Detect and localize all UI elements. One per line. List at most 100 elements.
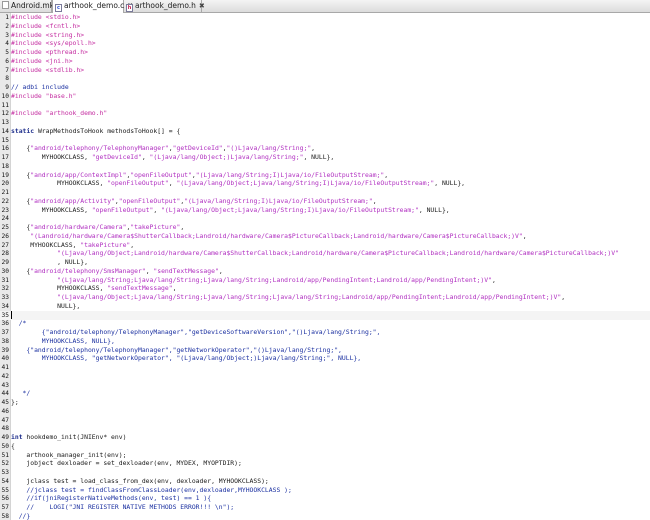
code-line[interactable]: 2 #include <fcntl.h> (0, 22, 650, 31)
line-number: 5 (5, 49, 9, 56)
code-line[interactable]: 52 jobject dexloader = set_dexloader(env… (0, 459, 650, 468)
code-token: "(Landroid/hardware/Camera$ShutterCallba… (30, 231, 523, 240)
code-line[interactable]: 39 {"android/telephony/TelephonyManager"… (0, 346, 650, 355)
code-token: , (218, 266, 223, 275)
code-line[interactable]: 34 NULL}, (0, 302, 650, 311)
code-line[interactable]: 10 #include "base.h" (0, 92, 650, 101)
code-line[interactable]: 51 arthook_manager_init(env); (0, 451, 650, 460)
code-line[interactable]: 54 jclass test = load_class_from_dex(env… (0, 477, 650, 486)
code-line[interactable]: 5 #include <pthread.h> (0, 48, 650, 57)
code-text: // LOGI("JNI REGISTER NATIVE METHODS ERR… (11, 503, 234, 512)
code-token: // adbi include (11, 83, 69, 91)
code-line[interactable]: 44 */ (0, 389, 650, 398)
line-number: 41 (1, 364, 9, 371)
code-line[interactable]: 57 // LOGI("JNI REGISTER NATIVE METHODS … (0, 503, 650, 512)
code-line[interactable]: 31 "(Ljava/lang/String;Ljava/lang/String… (0, 276, 650, 285)
code-line[interactable]: 4 #include <sys/epoll.h> (0, 39, 650, 48)
code-token: MYHOOKCLASS, (11, 284, 108, 293)
code-line[interactable]: 9// adbi include (0, 83, 650, 92)
code-line[interactable]: 45}; (0, 398, 650, 407)
code-token: static (11, 126, 35, 135)
code-line[interactable]: 11 (0, 101, 650, 110)
code-line[interactable]: 23 MYHOOKCLASS, "openFileOutput", "(Ljav… (0, 206, 650, 215)
code-line[interactable]: 26 "(Landroid/hardware/Camera$ShutterCal… (0, 232, 650, 241)
code-line[interactable]: 47 (0, 416, 650, 425)
code-text: NULL}, (11, 302, 80, 311)
code-token: "(Ljava/lang/Object;Ljava/lang/String;I)… (161, 205, 419, 214)
code-token: #include "arthook_demo.h" (11, 109, 108, 118)
code-line[interactable]: 37 {"android/telephony/TelephonyManager"… (0, 328, 650, 337)
code-line[interactable]: 53 (0, 468, 650, 477)
code-text: //jclass test = findClassFromClassLoader… (11, 486, 292, 495)
code-line[interactable]: 18 (0, 162, 650, 171)
code-line[interactable]: 49 int hookdemo_init(JNIEnv* env) (0, 433, 650, 442)
code-token: //if(jniRegisterNativeMethods(env, test)… (11, 494, 212, 503)
code-line[interactable]: 3 #include <string.h> (0, 31, 650, 40)
code-line[interactable]: 58 //} (0, 512, 650, 520)
code-line[interactable]: 20 MYHOOKCLASS, "openFileOutput", "(Ljav… (0, 179, 650, 188)
code-text: //if(jniRegisterNativeMethods(env, test)… (11, 494, 211, 503)
code-line[interactable]: 41 (0, 363, 650, 372)
tab-android-mk[interactable]: Android.mk✖ (0, 0, 63, 13)
code-token: "(Ljava/lang/Object;Ljava/lang/String;Lj… (57, 293, 562, 301)
code-line[interactable]: 7 #include <stdlib.h> (0, 66, 650, 75)
code-line[interactable]: 24 (0, 214, 650, 223)
code-line[interactable]: 17 MYHOOKCLASS, "getDeviceId", "(Ljava/l… (0, 153, 650, 162)
code-token: "android/telephony/TelephonyManager" (30, 144, 169, 153)
code-text: {"android/telephony/SmsManager", "sendTe… (11, 266, 223, 276)
code-line[interactable]: 16 {"android/telephony/TelephonyManager"… (0, 144, 650, 153)
close-tab-icon[interactable]: ✖ (199, 0, 205, 12)
code-line[interactable]: 36 /* (0, 319, 650, 328)
code-line[interactable]: 29 , NULL}, (0, 258, 650, 267)
code-editor[interactable]: 1 #include <stdio.h> 2 #include <fcntl.h> 3 #… (0, 13, 650, 520)
code-token: "takePicture" (130, 223, 181, 231)
code-token: , (491, 275, 496, 284)
code-line[interactable]: 42 (0, 372, 650, 381)
code-line[interactable]: 27 MYHOOKCLASS, "takePicture", (0, 241, 650, 250)
code-line[interactable]: 46 (0, 407, 650, 416)
code-line[interactable]: 56 //if(jniRegisterNativeMethods(env, te… (0, 494, 650, 503)
code-line[interactable]: 33 "(Ljava/lang/Object;Ljava/lang/String… (0, 293, 650, 302)
code-line[interactable]: 43 (0, 381, 650, 390)
code-line[interactable]: 8 (0, 74, 650, 83)
code-token: "getDeviceId" (172, 144, 223, 153)
code-line[interactable]: 19 {"android/app/ContextImpl", "openFileO… (0, 171, 650, 180)
code-text: int hookdemo_init(JNIEnv* env) (11, 433, 126, 442)
code-token: MYHOOKCLASS, (11, 240, 81, 249)
code-line[interactable]: 28 "(Ljava/lang/Object;Landroid/hardware… (0, 249, 650, 258)
code-line[interactable]: 13 (0, 118, 650, 127)
code-text: MYHOOKCLASS, "getNetworkOperator", "(Lja… (11, 354, 361, 363)
line-number: 49 (1, 434, 9, 441)
code-line[interactable]: 38 MYHOOKCLASS, NULL}, (0, 337, 650, 346)
code-line[interactable]: 30 {"android/telephony/SmsManager", "sen… (0, 267, 650, 276)
code-line[interactable]: 32 MYHOOKCLASS, "sendTextMessage", (0, 284, 650, 293)
code-line[interactable]: 12 #include "arthook_demo.h" (0, 109, 650, 118)
code-token: "(Ljava/lang/String;I)Ljava/io/FileOutpu… (195, 170, 385, 179)
tab-arthook-demo-h[interactable]: h arthook_demo.h ✖ (124, 0, 205, 13)
code-text: jclass test = load_class_from_dex(env, d… (11, 477, 268, 486)
code-token: //} (11, 511, 31, 520)
tab-arthook-demo-c[interactable]: carthook_demo.c✖ (52, 0, 133, 13)
code-line[interactable]: 15 (0, 136, 650, 145)
code-line[interactable]: 35 (0, 310, 650, 320)
code-line[interactable]: 14 static WrapMethodsToHook methodsToHook… (0, 127, 650, 136)
code-text: MYHOOKCLASS, "sendTextMessage", (11, 284, 176, 293)
code-line[interactable]: 48 (0, 424, 650, 433)
code-token: { (11, 223, 31, 231)
code-line[interactable]: 25 {"android/hardware/Camera","takePictu… (0, 223, 650, 232)
code-line[interactable]: 21 (0, 188, 650, 197)
code-line[interactable]: 1 #include <stdio.h> (0, 13, 650, 22)
code-line[interactable]: 6 #include <jni.h> (0, 57, 650, 66)
code-token: , (311, 144, 316, 153)
code-line[interactable]: 22 {"android/app/Activity", "openFileOutp… (0, 197, 650, 206)
line-number: 39 (1, 346, 9, 354)
file-icon: h (126, 4, 133, 12)
code-line[interactable]: 55 //jclass test = findClassFromClassLoa… (0, 486, 650, 495)
line-number: 56 (1, 495, 9, 503)
code-token: arthook_manager_init(env); (11, 450, 127, 459)
code-line[interactable]: 50{ (0, 442, 650, 451)
code-line[interactable]: 40 MYHOOKCLASS, "getNetworkOperator", "(… (0, 354, 650, 363)
